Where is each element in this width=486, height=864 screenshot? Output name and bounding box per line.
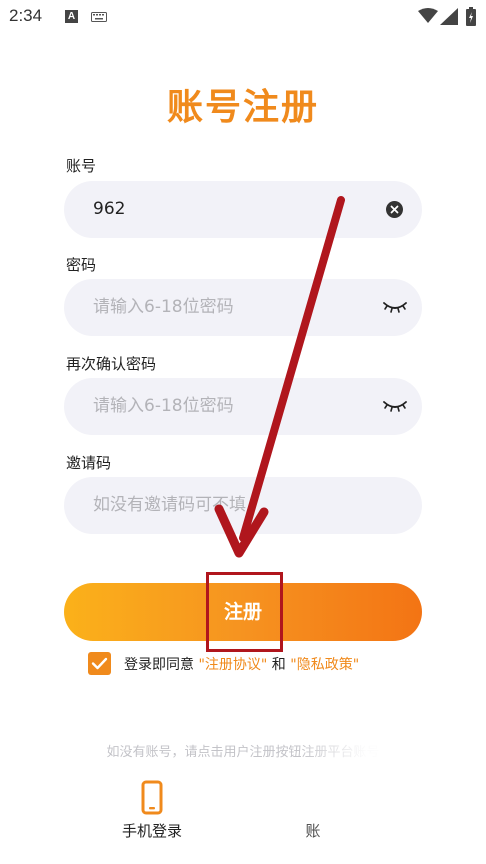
agreement-text: 登录即同意 "注册协议" 和 "隐私政策" — [124, 654, 359, 674]
confirm-password-field[interactable] — [64, 378, 422, 435]
account-input[interactable] — [93, 181, 363, 238]
invite-code-label: 邀请码 — [66, 454, 112, 472]
washout-overlay — [300, 730, 486, 864]
invite-code-field[interactable] — [64, 477, 422, 534]
password-label: 密码 — [66, 256, 97, 274]
eye-closed-icon[interactable] — [383, 300, 407, 314]
privacy-link[interactable]: "隐私政策" — [290, 657, 359, 673]
highlight-box — [206, 572, 283, 652]
page-title: 账号注册 — [166, 87, 319, 128]
agreement-checkbox[interactable] — [88, 652, 111, 675]
account-label: 账号 — [66, 157, 97, 175]
invite-code-input[interactable] — [93, 477, 363, 534]
signal-icon — [440, 8, 458, 25]
status-time: 2:34 — [9, 6, 43, 25]
a-notification-icon: A — [65, 10, 78, 23]
phone-icon — [141, 780, 163, 815]
password-field[interactable] — [64, 279, 422, 336]
account-field[interactable] — [64, 181, 422, 238]
keyboard-icon — [91, 12, 107, 22]
confirm-password-input[interactable] — [93, 378, 363, 435]
check-icon — [91, 657, 108, 670]
confirm-password-label: 再次确认密码 — [66, 355, 157, 373]
clear-icon[interactable] — [386, 201, 403, 218]
terms-link[interactable]: "注册协议" — [198, 657, 267, 673]
tab-phone-login-label: 手机登录 — [121, 822, 182, 840]
wifi-icon — [418, 8, 438, 23]
agreement-conjunction: 和 — [271, 657, 286, 673]
agreement-prefix: 登录即同意 — [124, 657, 194, 673]
eye-closed-icon[interactable] — [383, 399, 407, 413]
battery-icon — [466, 7, 476, 26]
status-bar: 2:34 A — [0, 0, 486, 34]
password-input[interactable] — [93, 279, 363, 336]
tab-phone-login[interactable]: 手机登录 — [92, 780, 212, 841]
